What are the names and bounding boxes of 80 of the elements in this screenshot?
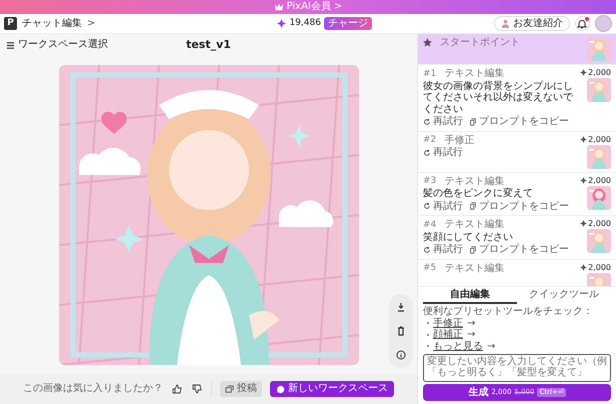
credit-icon <box>580 176 588 184</box>
crown-icon <box>274 3 284 11</box>
history-item[interactable]: #3 テキスト編集 髪の色をピンクに変えて 再試行 プロンプトをコピー 2,000 <box>418 172 616 216</box>
prompt-field[interactable]: 変更したい内容を入力してください（例「もっと明るく」「髪型を変えて」 <box>423 354 611 382</box>
step-cost: 2,000 <box>588 262 611 272</box>
chat-bubble-icon <box>276 384 285 394</box>
step-cost: 2,000 <box>588 134 611 144</box>
credit-icon <box>580 264 588 271</box>
credit-balance: 19,486 <box>289 18 321 29</box>
preset-link[interactable]: 顔補正 <box>433 329 463 340</box>
history-item[interactable]: #1 テキスト編集 彼女の画像の背景をシンプルにしてくださいそれ以外は変えないでください 再試行 プロンプトをコピー 2,000 <box>418 65 616 132</box>
trash-icon <box>396 326 406 336</box>
retry-button[interactable]: 再試行 <box>423 200 463 212</box>
thumbs-down-button[interactable] <box>191 383 203 395</box>
notification-button[interactable] <box>574 16 590 31</box>
breadcrumb-chevron[interactable]: > <box>87 18 96 30</box>
logo[interactable]: P <box>4 17 17 30</box>
thumbs-up-icon <box>172 384 182 394</box>
charge-button[interactable]: チャージ <box>324 16 372 30</box>
step-label: テキスト編集 <box>444 219 504 231</box>
step-label: テキスト編集 <box>444 176 504 188</box>
person-icon <box>500 19 510 28</box>
tab[interactable]: クイックツール <box>517 286 611 304</box>
credit-icon <box>277 19 286 28</box>
arrow-icon: → <box>467 318 476 329</box>
step-number: #5 <box>423 263 436 274</box>
prompt-text: 彼女の画像の背景をシンプルにしてくださいそれ以外は変えないでください <box>423 80 574 115</box>
step-label: 手修正 <box>444 134 474 146</box>
page-title: チャット編集 <box>22 18 82 30</box>
post-button[interactable]: 投稿 <box>220 381 262 397</box>
copy-icon <box>469 202 477 210</box>
workspace-title: test_v1 <box>186 38 231 52</box>
arrow-icon: → <box>487 340 496 352</box>
invite-button[interactable]: お友達紹介 <box>494 16 570 32</box>
history-item[interactable]: #2 手修正 再試行 2,000 <box>418 132 616 173</box>
step-number: #4 <box>423 220 436 230</box>
copy-icon <box>469 118 477 126</box>
step-number: #1 <box>423 68 436 79</box>
workspace-select-button[interactable]: ワークスペース選択 <box>6 39 108 51</box>
prompt-text: 笑顔にしてください <box>423 232 514 244</box>
preset-intro: 便利なプリセットツールをチェック： <box>423 306 594 318</box>
step-label: テキスト編集 <box>444 68 504 80</box>
step-cost: 2,000 <box>588 68 611 78</box>
credit-icon <box>580 220 588 228</box>
prompt-text: 髪の色をピンクに変えて <box>423 188 534 200</box>
history-item[interactable]: #5 テキスト編集 2,000 <box>418 260 616 286</box>
star-icon <box>423 38 432 48</box>
retry-icon <box>423 118 431 126</box>
step-number: #3 <box>423 176 436 187</box>
retry-button[interactable]: 再試行 <box>423 244 463 256</box>
retry-icon <box>423 202 431 210</box>
arrow-icon: → <box>467 329 476 340</box>
step-cost: 2,000 <box>588 219 611 228</box>
copy-icon <box>469 246 477 254</box>
copy-prompt-button[interactable]: プロンプトをコピー <box>469 244 569 256</box>
retry-icon <box>423 246 431 254</box>
retry-button[interactable]: 再試行 <box>423 147 463 158</box>
copy-prompt-button[interactable]: プロンプトをコピー <box>469 116 569 128</box>
step-label: テキスト編集 <box>444 262 504 274</box>
step-cost: 2,000 <box>588 176 611 185</box>
bell-icon <box>577 18 588 28</box>
retry-button[interactable]: 再試行 <box>423 116 463 128</box>
copy-prompt-button[interactable]: プロンプトをコピー <box>469 200 569 212</box>
preset-link[interactable]: もっと見る <box>433 340 483 352</box>
step-label: スタートポイント <box>440 37 520 48</box>
retry-icon <box>423 148 431 157</box>
credit-icon <box>580 136 588 143</box>
feedback-question: この画像は気に入りましたか？ <box>23 383 163 395</box>
step-number: #2 <box>423 135 436 146</box>
new-workspace-button[interactable]: 新しいワークスペース <box>270 381 394 397</box>
thumbs-up-button[interactable] <box>171 383 183 395</box>
thumbs-down-icon <box>192 384 202 394</box>
info-icon <box>396 350 406 360</box>
tab[interactable]: 自由編集 <box>423 286 517 304</box>
share-icon <box>225 384 234 394</box>
credit-icon <box>580 69 588 76</box>
download-icon <box>396 302 406 312</box>
preset-link[interactable]: 手修正 <box>433 318 463 329</box>
history-item[interactable]: #4 テキスト編集 笑顔にしてください 再試行 プロンプトをコピー 2,000 <box>418 216 616 260</box>
menu-icon <box>6 40 15 50</box>
